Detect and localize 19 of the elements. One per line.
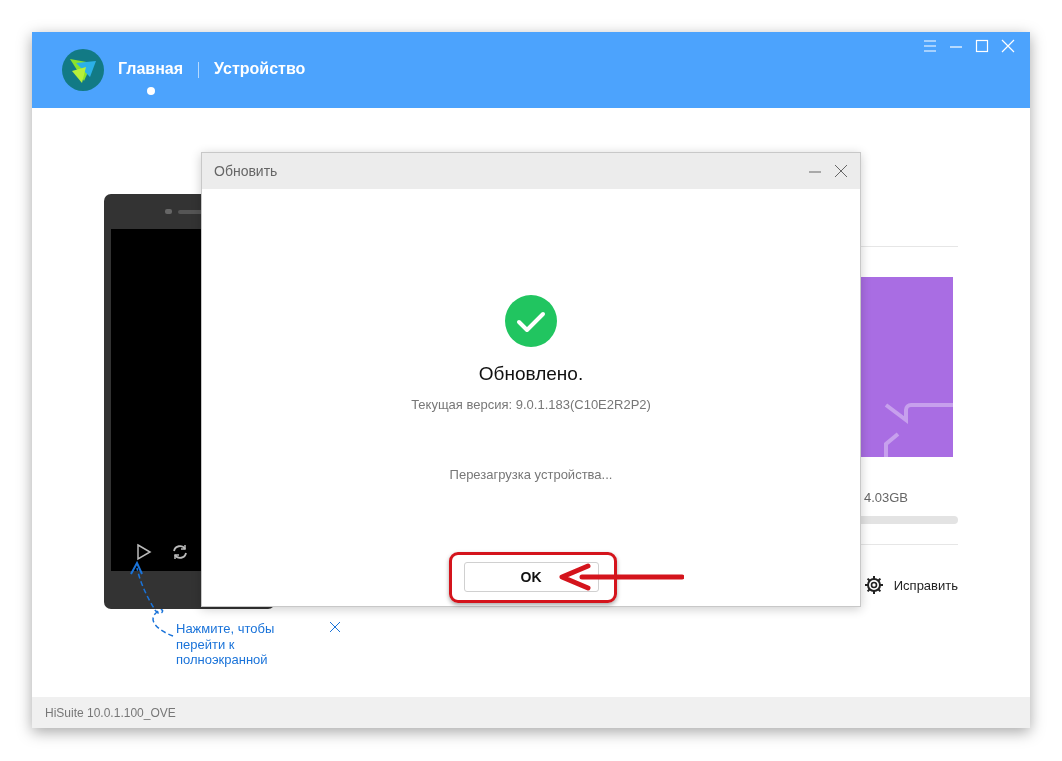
maximize-icon[interactable] <box>974 38 990 54</box>
app-version: HiSuite 10.0.1.100_OVE <box>45 705 176 720</box>
close-icon[interactable] <box>329 621 341 633</box>
close-icon[interactable] <box>834 164 848 178</box>
dialog-heading: Обновлено. <box>478 363 584 385</box>
dialog-title: Обновить <box>214 163 279 179</box>
video-camera-icon <box>883 400 953 457</box>
refresh-icon[interactable] <box>171 543 189 561</box>
reboot-status: Перезагрузка устройства... <box>449 467 613 482</box>
current-version: Текущая версия: 9.0.1.183(C10E2R2P2) <box>411 397 651 412</box>
success-check-icon <box>505 295 557 347</box>
repair-button[interactable]: Исправить <box>863 575 958 595</box>
ok-button[interactable]: OK <box>463 562 599 592</box>
storage-reading: 4.03GB <box>862 490 909 505</box>
gear-icon <box>863 575 884 595</box>
app-logo-icon <box>62 49 104 91</box>
fullscreen-tip: Нажмите, чтобы перейти к полноэкранной <box>176 621 276 668</box>
menu-icon[interactable] <box>922 38 938 54</box>
play-icon[interactable] <box>135 543 153 561</box>
